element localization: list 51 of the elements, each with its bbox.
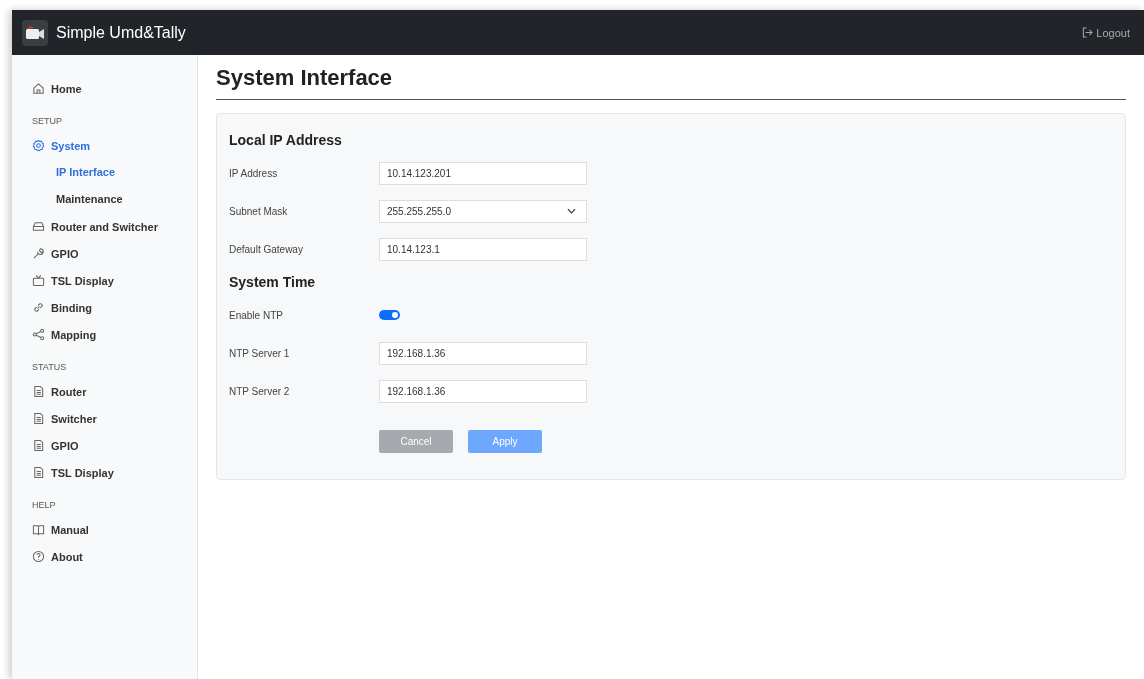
section-heading: SETUP — [32, 116, 63, 126]
section-heading: STATUS — [32, 362, 68, 372]
logout-link[interactable]: Logout — [1082, 26, 1130, 39]
nav-item[interactable]: GPIO — [24, 432, 197, 459]
field-label: NTP Server 2 — [229, 385, 291, 397]
nav-item[interactable]: Home — [24, 75, 197, 102]
wrench-icon — [32, 247, 45, 260]
nav-item[interactable]: GPIO — [24, 240, 197, 267]
home-icon — [32, 82, 45, 95]
tv-icon — [32, 274, 45, 287]
drive-icon — [32, 220, 45, 233]
book-icon — [32, 523, 45, 536]
nav-item[interactable]: Manual — [24, 516, 197, 543]
toggle-switch[interactable] — [379, 310, 400, 320]
page-title: System Interface — [216, 65, 1126, 100]
field-label: Default Gateway — [229, 243, 304, 255]
group-heading: Local IP Address — [229, 132, 343, 148]
field-label: Enable NTP — [229, 309, 284, 321]
document-icon — [32, 412, 45, 425]
select-field[interactable]: 255.255.255.0 — [379, 199, 587, 223]
help-icon — [32, 550, 45, 563]
nav-item[interactable]: Router and Switcher — [24, 213, 197, 240]
nav-item[interactable]: Switcher — [24, 405, 197, 432]
chevron-down-icon — [567, 208, 576, 214]
field-label: NTP Server 1 — [229, 347, 291, 359]
share-icon — [32, 328, 45, 341]
field-label: IP Address — [229, 167, 279, 179]
nav-item[interactable]: Mapping — [24, 321, 197, 348]
nav-item[interactable]: System — [24, 132, 197, 159]
nav-item[interactable]: TSL Display — [24, 459, 197, 486]
section-heading: HELP — [32, 500, 57, 510]
logout-icon — [1082, 27, 1094, 38]
nav-subitem[interactable]: Maintenance — [24, 186, 197, 213]
input-field[interactable]: 10.14.123.201 — [379, 161, 587, 185]
app-title: Simple Umd&Tally — [56, 23, 186, 42]
nav-item[interactable]: Router — [24, 378, 197, 405]
document-icon — [32, 466, 45, 479]
nav-item[interactable]: TSL Display — [24, 267, 197, 294]
camera-logo-icon — [22, 19, 48, 46]
nav-subitem[interactable]: IP Interface — [24, 159, 197, 186]
link-icon — [32, 301, 45, 314]
document-icon — [32, 439, 45, 452]
settings-icon — [32, 139, 45, 152]
field-label: Subnet Mask — [229, 205, 289, 217]
document-icon — [32, 385, 45, 398]
group-heading: System Time — [229, 274, 317, 290]
input-field[interactable]: 192.168.1.36 — [379, 341, 587, 365]
input-field[interactable]: 192.168.1.36 — [379, 379, 587, 403]
nav-item[interactable]: Binding — [24, 294, 197, 321]
input-field[interactable]: 10.14.123.1 — [379, 237, 587, 261]
nav-item[interactable]: About — [24, 543, 197, 570]
